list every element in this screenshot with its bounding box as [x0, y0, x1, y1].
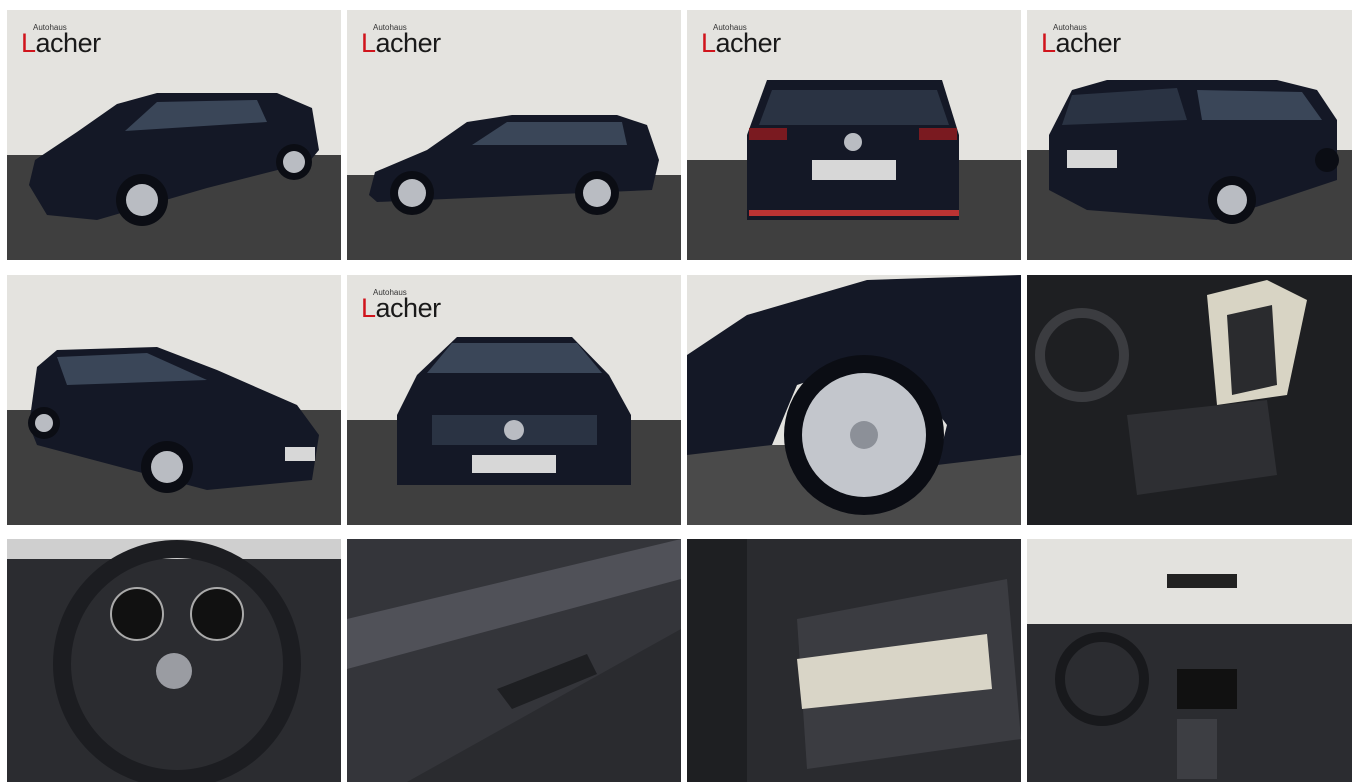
dealer-logo: Autohaus Lacher — [701, 24, 781, 57]
gallery-tile-10[interactable] — [347, 539, 681, 782]
logo-initial: L — [361, 293, 376, 323]
logo-rest: acher — [35, 28, 102, 58]
rear-seats-photo — [687, 539, 1021, 782]
logo-initial: L — [701, 28, 716, 58]
front-seats-photo — [1027, 275, 1352, 525]
image-gallery: Autohaus Lacher Autohaus Lacher Autohaus… — [0, 0, 1352, 782]
logo-initial: L — [21, 28, 36, 58]
gallery-tile-3[interactable]: Autohaus Lacher — [687, 10, 1021, 260]
gallery-tile-8[interactable] — [1027, 275, 1352, 525]
dashboard-photo — [1027, 539, 1352, 782]
steering-wheel-photo — [7, 539, 341, 782]
gallery-tile-12[interactable] — [1027, 539, 1352, 782]
gallery-tile-4[interactable]: Autohaus Lacher — [1027, 10, 1352, 260]
logo-rest: acher — [375, 28, 442, 58]
gallery-tile-5[interactable] — [7, 275, 341, 525]
logo-rest: acher — [715, 28, 782, 58]
logo-initial: L — [1041, 28, 1056, 58]
dealer-logo: Autohaus Lacher — [21, 24, 101, 57]
gallery-tile-2[interactable]: Autohaus Lacher — [347, 10, 681, 260]
door-panel-photo — [347, 539, 681, 782]
gallery-tile-11[interactable] — [687, 539, 1021, 782]
dealer-logo: Autohaus Lacher — [361, 24, 441, 57]
car-front-right-photo — [7, 275, 341, 525]
wheel-detail-photo — [687, 275, 1021, 525]
logo-rest: acher — [1055, 28, 1122, 58]
gallery-tile-6[interactable]: Autohaus Lacher — [347, 275, 681, 525]
gallery-tile-1[interactable]: Autohaus Lacher — [7, 10, 341, 260]
logo-initial: L — [361, 28, 376, 58]
dealer-logo: Autohaus Lacher — [361, 289, 441, 322]
gallery-tile-7[interactable] — [687, 275, 1021, 525]
logo-rest: acher — [375, 293, 442, 323]
dealer-logo: Autohaus Lacher — [1041, 24, 1121, 57]
gallery-tile-9[interactable] — [7, 539, 341, 782]
